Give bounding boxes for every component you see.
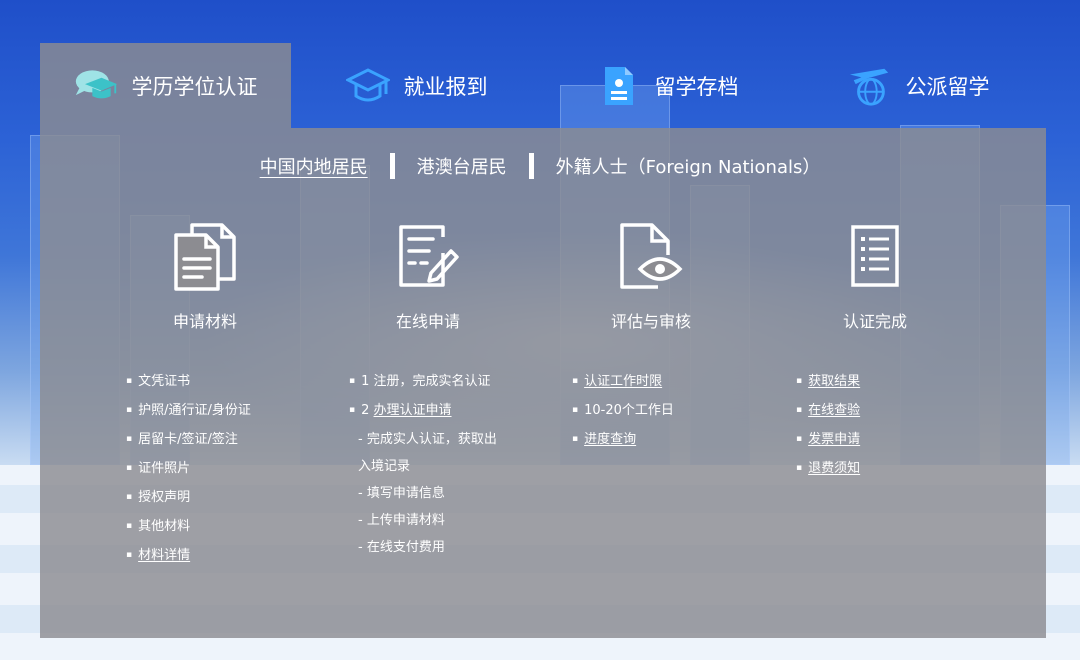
step-title: 申请材料 [172,312,237,331]
documents-icon [120,220,290,292]
form-edit-icon [343,220,513,292]
divider [389,153,395,179]
step-title: 认证完成 [842,312,907,331]
list-item: 在线查验 [796,397,860,426]
materials-details-link[interactable]: 材料详情 [138,548,190,563]
review-list: 认证工作时限 10-20个工作日 进度查询 [572,368,674,455]
invoice-request-link[interactable]: 发票申请 [808,432,860,447]
list-subitem: - 上传申请材料 [358,513,445,528]
checklist-icon [790,220,960,292]
list-item: 文凭证书 [126,368,251,397]
list-item: 材料详情 [126,542,251,571]
step-materials: 申请材料 [120,220,290,332]
tab-label: 学历学位认证 [131,74,258,99]
list-item: 获取结果 [796,368,860,397]
list-item: 授权声明 [126,484,251,513]
list-item: 发票申请 [796,426,860,455]
list-item: 居留卡/签证/签注 [126,426,251,455]
refund-notice-link[interactable]: 退费须知 [808,461,860,476]
document-eye-icon [566,220,736,292]
mortarboard-icon [345,64,390,108]
subnav-mainland-residents[interactable]: 中国内地居民 [258,153,370,179]
tab-degree-certification[interactable]: 学历学位认证 [40,43,291,128]
list-item: 认证工作时限 [572,368,674,397]
list-item: 护照/通行证/身份证 [126,397,251,426]
subnav-hk-macao-taiwan-residents[interactable]: 港澳台居民 [415,153,509,179]
tab-label: 留学存档 [654,74,739,99]
airplane-globe-icon [848,64,892,108]
get-result-link[interactable]: 获取结果 [808,374,860,389]
divider [528,153,534,179]
tab-label: 就业报到 [403,74,488,99]
apply-list: 1 注册，完成实名认证 2 办理认证申请 - 完成实人认证，获取出 入境记录 -… [349,368,497,561]
step-title: 在线申请 [395,312,460,331]
tab-government-study-abroad[interactable]: 公派留学 [793,43,1044,128]
list-item: 证件照片 [126,455,251,484]
progress-query-link[interactable]: 进度查询 [584,432,636,447]
list-item: 1 注册，完成实名认证 [349,368,497,397]
online-verify-link[interactable]: 在线查验 [808,403,860,418]
step-review: 评估与审核 [566,220,736,332]
list-subitem: - 填写申请信息 [358,486,445,501]
archive-folder-icon [597,64,641,108]
completion-list: 获取结果 在线查验 发票申请 退费须知 [796,368,860,484]
tab-study-abroad-archive[interactable]: 留学存档 [542,43,793,128]
list-item: 10-20个工作日 [572,397,674,426]
apply-certification-link[interactable]: 办理认证申请 [374,403,452,418]
list-item: 进度查询 [572,426,674,455]
list-item: 2 办理认证申请 [349,397,497,426]
graduation-cap-bubble-icon [74,64,118,108]
step-title: 评估与审核 [610,312,691,331]
tab-employment-report[interactable]: 就业报到 [291,43,542,128]
tab-label: 公派留学 [905,74,990,99]
applicant-type-nav: 中国内地居民 港澳台居民 外籍人士（Foreign Nationals） [0,148,1080,184]
work-time-limit-link[interactable]: 认证工作时限 [584,374,662,389]
subnav-foreign-nationals[interactable]: 外籍人士（Foreign Nationals） [554,153,823,179]
list-item: 其他材料 [126,513,251,542]
materials-list: 文凭证书 护照/通行证/身份证 居留卡/签证/签注 证件照片 授权声明 其他材料… [126,368,251,571]
list-subitem: - 在线支付费用 [358,540,445,555]
list-item: 退费须知 [796,455,860,484]
service-tabs: 学历学位认证 就业报到 留学存档 公派留学 [40,43,1046,128]
step-online-application: 在线申请 [343,220,513,332]
step-number: 2 [361,403,374,418]
list-subitem: 入境记录 [358,459,411,474]
list-subitem: - 完成实人认证，获取出 [358,432,497,447]
step-complete: 认证完成 [790,220,960,332]
